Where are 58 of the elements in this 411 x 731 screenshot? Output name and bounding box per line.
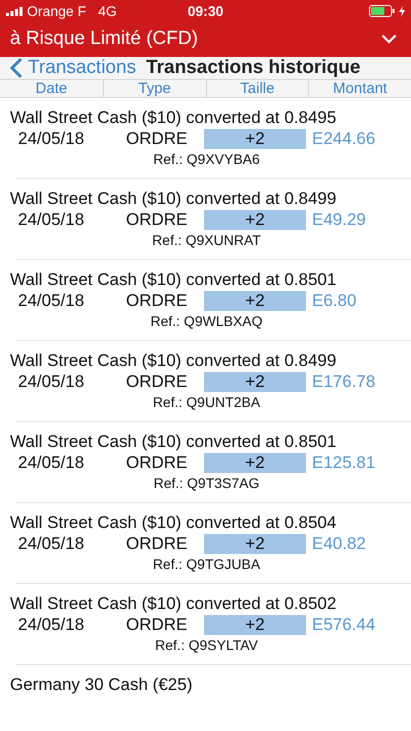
transaction-title: Wall Street Cash ($10) converted at 0.8502 bbox=[10, 594, 338, 614]
column-header[interactable]: Type bbox=[102, 80, 206, 97]
amount-cell: E244.66 bbox=[312, 128, 376, 148]
transaction-title: Wall Street Cash ($10) converted at 0.8504 bbox=[10, 513, 338, 533]
amount-cell: E176.78 bbox=[312, 372, 376, 392]
size-cell: +2 bbox=[204, 290, 306, 310]
date-cell-text: 24/05/18 bbox=[17, 210, 86, 230]
type-cell-text: ORDRE bbox=[126, 614, 188, 634]
reference-text: Ref.: Q9TGJUBA bbox=[152, 556, 260, 572]
transaction-title: Wall Street Cash ($10) converted at 0.8495 bbox=[10, 108, 338, 128]
reference-text: Ref.: Q9XUNRAT bbox=[152, 232, 261, 248]
account-selector[interactable]: à Risque Limité (CFD) bbox=[10, 28, 198, 50]
reference-text: Ref.: Q9T3S7AG bbox=[154, 475, 260, 491]
battery-icon bbox=[369, 5, 396, 17]
amount-cell: E576.44 bbox=[312, 614, 376, 634]
amount-cell: E6.80 bbox=[312, 290, 356, 310]
reference-text: Ref.: Q9SYLTAV bbox=[155, 637, 258, 653]
transaction-title: Germany 30 Cash (€25) bbox=[10, 675, 194, 695]
signal-icon bbox=[6, 6, 23, 16]
type-cell-text: ORDRE bbox=[126, 128, 188, 148]
type-cell-text: ORDRE bbox=[126, 452, 188, 472]
amount-cell: E49.29 bbox=[312, 210, 366, 230]
column-header[interactable]: Taille bbox=[206, 80, 308, 97]
back-button[interactable]: Transactions bbox=[10, 57, 136, 79]
transaction-title: Wall Street Cash ($10) converted at 0.8501 bbox=[10, 270, 338, 290]
type-cell-text: ORDRE bbox=[126, 210, 188, 230]
back-chevron-icon bbox=[10, 57, 23, 79]
column-header[interactable]: Date bbox=[0, 80, 103, 97]
size-cell: +2 bbox=[204, 128, 306, 148]
transaction-title: Wall Street Cash ($10) converted at 0.8499 bbox=[10, 189, 338, 209]
date-cell-text: 24/05/18 bbox=[17, 534, 86, 554]
amount-cell: E125.81 bbox=[312, 452, 376, 472]
type-cell-text: ORDRE bbox=[126, 290, 188, 310]
transaction-title: Wall Street Cash ($10) converted at 0.8499 bbox=[10, 351, 338, 371]
type-cell-text: ORDRE bbox=[126, 534, 188, 554]
size-cell: +2 bbox=[204, 210, 306, 230]
size-cell: +2 bbox=[204, 452, 306, 472]
size-cell: +2 bbox=[204, 372, 306, 392]
date-cell-text: 24/05/18 bbox=[17, 452, 86, 472]
chevron-down-icon[interactable] bbox=[381, 34, 397, 44]
column-header[interactable]: Montant bbox=[308, 80, 411, 97]
reference-text: Ref.: Q9WLBXAQ bbox=[150, 313, 263, 329]
date-cell-text: 24/05/18 bbox=[17, 614, 86, 634]
transaction-title: Wall Street Cash ($10) converted at 0.8501 bbox=[10, 432, 338, 452]
date-cell-text: 24/05/18 bbox=[17, 290, 86, 310]
date-cell-text: 24/05/18 bbox=[17, 128, 86, 148]
page-title: Transactions historique bbox=[146, 57, 360, 79]
carrier-name: Orange F bbox=[27, 3, 86, 19]
size-cell: +2 bbox=[204, 614, 306, 634]
clock-time: 09:30 bbox=[186, 3, 224, 19]
reference-text: Ref.: Q9XVYBA6 bbox=[153, 151, 260, 167]
charging-icon bbox=[399, 6, 405, 16]
reference-text: Ref.: Q9UNT2BA bbox=[152, 394, 260, 410]
type-cell-text: ORDRE bbox=[126, 372, 188, 392]
date-cell-text: 24/05/18 bbox=[17, 372, 86, 392]
amount-cell: E40.82 bbox=[312, 534, 366, 554]
network-type: 4G bbox=[98, 3, 117, 19]
size-cell: +2 bbox=[204, 534, 306, 554]
